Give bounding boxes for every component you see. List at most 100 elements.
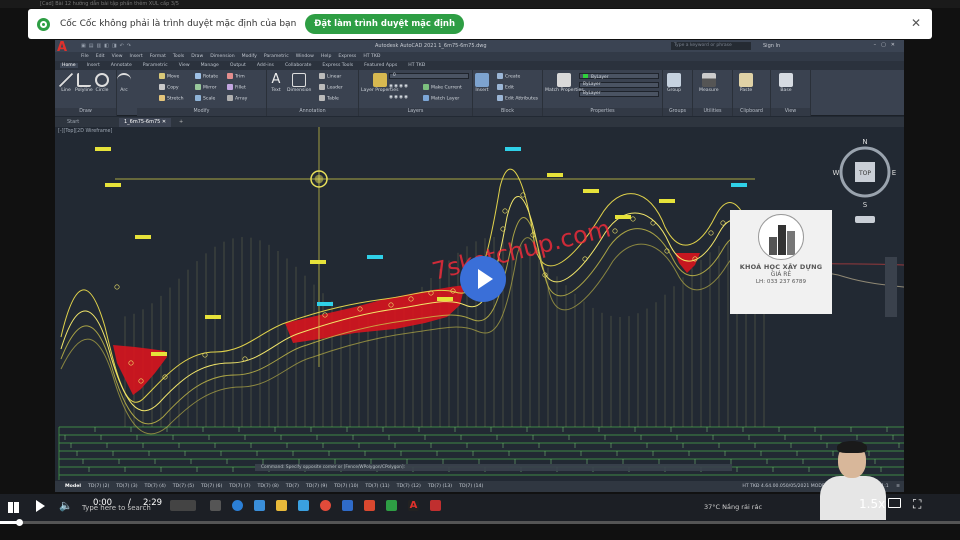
insert-block-tool[interactable]: Insert bbox=[475, 73, 489, 93]
command-line[interactable]: Command: Specify opposite corner or [Fen… bbox=[255, 464, 732, 471]
circle-tool[interactable]: Circle bbox=[95, 73, 109, 93]
ribbon-tab-11[interactable]: HT TKĐ bbox=[406, 63, 427, 68]
layout-tab-10[interactable]: TD(7) (10) bbox=[334, 484, 358, 489]
ribbon-tab-0[interactable]: Home bbox=[60, 63, 78, 68]
layer-isolate-icons[interactable]: ◉◉◉◉ bbox=[389, 95, 409, 100]
menu-item-8[interactable]: Modify bbox=[242, 54, 257, 59]
layout-tab-8[interactable]: TD(7) bbox=[286, 484, 299, 489]
layout-tab-13[interactable]: TD(7) (13) bbox=[428, 484, 452, 489]
menu-item-3[interactable]: Insert bbox=[130, 54, 143, 59]
chrome-icon[interactable] bbox=[320, 500, 331, 511]
center-play-button[interactable] bbox=[460, 256, 506, 302]
menu-item-7[interactable]: Dimension bbox=[210, 54, 234, 59]
move-tool[interactable]: Move bbox=[159, 73, 179, 80]
layer-state-icons[interactable]: ◉◉◉◉ bbox=[389, 84, 409, 89]
fullscreen-icon[interactable]: ⛶ bbox=[913, 497, 921, 512]
layout-tab-1[interactable]: TD(7) (2) bbox=[88, 484, 109, 489]
ribbon-tab-5[interactable]: Manage bbox=[199, 63, 221, 68]
quick-access-toolbar-icons[interactable]: ▣▤▥◧◨↶↷ bbox=[81, 43, 134, 49]
menu-item-0[interactable]: File bbox=[81, 54, 89, 59]
match-layer-tool[interactable]: Match Layer bbox=[423, 95, 459, 102]
volume-icon[interactable]: 🔈 bbox=[59, 499, 73, 512]
create-block-tool[interactable]: Create bbox=[497, 73, 520, 80]
ribbon-tab-4[interactable]: View bbox=[177, 63, 192, 68]
array-tool[interactable]: Array bbox=[227, 95, 247, 102]
menu-item-11[interactable]: Help bbox=[321, 54, 331, 59]
viewport-controls[interactable]: [-][Top][2D Wireframe] bbox=[58, 129, 112, 134]
layout-tab-4[interactable]: TD(7) (5) bbox=[173, 484, 194, 489]
linetype-dropdown[interactable]: ByLayer bbox=[579, 82, 659, 88]
mail-icon[interactable] bbox=[254, 500, 265, 511]
edit-attributes-tool[interactable]: Edit Attributes bbox=[497, 95, 538, 102]
file-tab-start[interactable]: Start bbox=[67, 117, 79, 127]
panel-title-block[interactable]: Block bbox=[473, 108, 542, 116]
playback-speed-button[interactable]: 1.5x bbox=[859, 497, 885, 511]
windows-start-icon[interactable] bbox=[8, 502, 19, 513]
eagle-widget-icon[interactable] bbox=[170, 500, 196, 511]
layout-tab-3[interactable]: TD(7) (4) bbox=[145, 484, 166, 489]
panel-title-utilities[interactable]: Utilities bbox=[693, 108, 732, 116]
stretch-tool[interactable]: Stretch bbox=[159, 95, 184, 102]
scale-tool[interactable]: Scale bbox=[195, 95, 215, 102]
fillet-tool[interactable]: Fillet bbox=[227, 84, 246, 91]
window-controls-icon[interactable]: –▢✕ bbox=[874, 42, 900, 48]
progress-knob[interactable] bbox=[16, 519, 23, 526]
pdf-icon[interactable] bbox=[430, 500, 441, 511]
close-tab-icon[interactable]: ✕ bbox=[162, 119, 166, 125]
panel-title-clipboard[interactable]: Clipboard bbox=[733, 108, 770, 116]
play-icon[interactable] bbox=[36, 500, 45, 512]
copy-tool[interactable]: Copy bbox=[159, 84, 179, 91]
ribbon-tab-7[interactable]: Add-ins bbox=[255, 63, 276, 68]
word-icon[interactable] bbox=[342, 500, 353, 511]
layer-dropdown[interactable]: 0 bbox=[389, 73, 469, 79]
new-tab-icon[interactable]: + bbox=[179, 117, 183, 127]
menu-item-2[interactable]: View bbox=[112, 54, 123, 59]
line-tool[interactable]: Line bbox=[59, 73, 73, 93]
menu-item-12[interactable]: Express bbox=[338, 54, 356, 59]
match-properties-tool[interactable]: Match Properties bbox=[545, 73, 584, 93]
panel-title-draw[interactable]: Draw bbox=[55, 108, 116, 116]
ribbon-tab-3[interactable]: Parametric bbox=[141, 63, 170, 68]
task-view-icon[interactable] bbox=[210, 500, 221, 511]
ribbon-tab-8[interactable]: Collaborate bbox=[283, 63, 313, 68]
dimension-tool[interactable]: Dimension bbox=[287, 73, 311, 93]
keyword-search-input[interactable]: Type a keyword or phrase bbox=[671, 42, 751, 50]
weather-widget[interactable]: 37°C Nắng rải rác bbox=[704, 503, 762, 511]
close-notification-icon[interactable]: ✕ bbox=[911, 16, 921, 30]
layout-tab-11[interactable]: TD(7) (11) bbox=[365, 484, 389, 489]
panel-title-view[interactable]: View bbox=[771, 108, 810, 116]
menu-item-10[interactable]: Window bbox=[296, 54, 314, 59]
ribbon-tab-6[interactable]: Output bbox=[228, 63, 248, 68]
edge-icon[interactable] bbox=[232, 500, 243, 511]
text-tool[interactable]: A Text bbox=[269, 73, 283, 94]
layout-tab-7[interactable]: TD(7) (8) bbox=[258, 484, 279, 489]
excel-icon[interactable] bbox=[386, 500, 397, 511]
layout-tab-9[interactable]: TD(7) (9) bbox=[306, 484, 327, 489]
edit-block-tool[interactable]: Edit bbox=[497, 84, 514, 91]
browser-tab-title[interactable]: [Cad] Bài 12 hướng dẫn bài tập phần thêm… bbox=[0, 0, 960, 8]
lineweight-dropdown[interactable]: ByLayer bbox=[579, 91, 659, 97]
menu-item-5[interactable]: Tools bbox=[173, 54, 184, 59]
menu-item-13[interactable]: HT TKĐ bbox=[363, 54, 380, 59]
menu-item-9[interactable]: Parametric bbox=[264, 54, 289, 59]
color-dropdown[interactable]: ByLayer bbox=[579, 73, 659, 80]
polyline-tool[interactable]: Polyline bbox=[75, 73, 93, 93]
file-tab-drawing[interactable]: 1_6m75-6m75 ✕ bbox=[119, 118, 172, 127]
panel-title-layers[interactable]: Layers bbox=[359, 108, 472, 116]
layout-tab-6[interactable]: TD(7) (7) bbox=[229, 484, 250, 489]
sign-in-button[interactable]: Sign In bbox=[763, 43, 780, 49]
file-explorer-icon[interactable] bbox=[276, 500, 287, 511]
base-tool[interactable]: Base bbox=[779, 73, 793, 93]
ribbon-tab-1[interactable]: Insert bbox=[85, 63, 102, 68]
table-tool[interactable]: Table bbox=[319, 95, 339, 102]
layout-tab-0[interactable]: Model bbox=[65, 484, 81, 489]
rotate-tool[interactable]: Rotate bbox=[195, 73, 218, 80]
autocad-taskbar-icon[interactable]: A bbox=[408, 500, 419, 511]
leader-tool[interactable]: Leader bbox=[319, 84, 343, 91]
layout-tab-5[interactable]: TD(7) (6) bbox=[201, 484, 222, 489]
menu-item-4[interactable]: Format bbox=[150, 54, 166, 59]
panel-title-annotation[interactable]: Annotation bbox=[267, 108, 358, 116]
ribbon-tab-2[interactable]: Annotate bbox=[109, 63, 134, 68]
course-ad[interactable]: KHOÁ HỌC XÂY DỰNG GIÁ RẺ LH: 033 237 678… bbox=[730, 210, 832, 314]
layout-tab-14[interactable]: TD(7) (14) bbox=[459, 484, 483, 489]
